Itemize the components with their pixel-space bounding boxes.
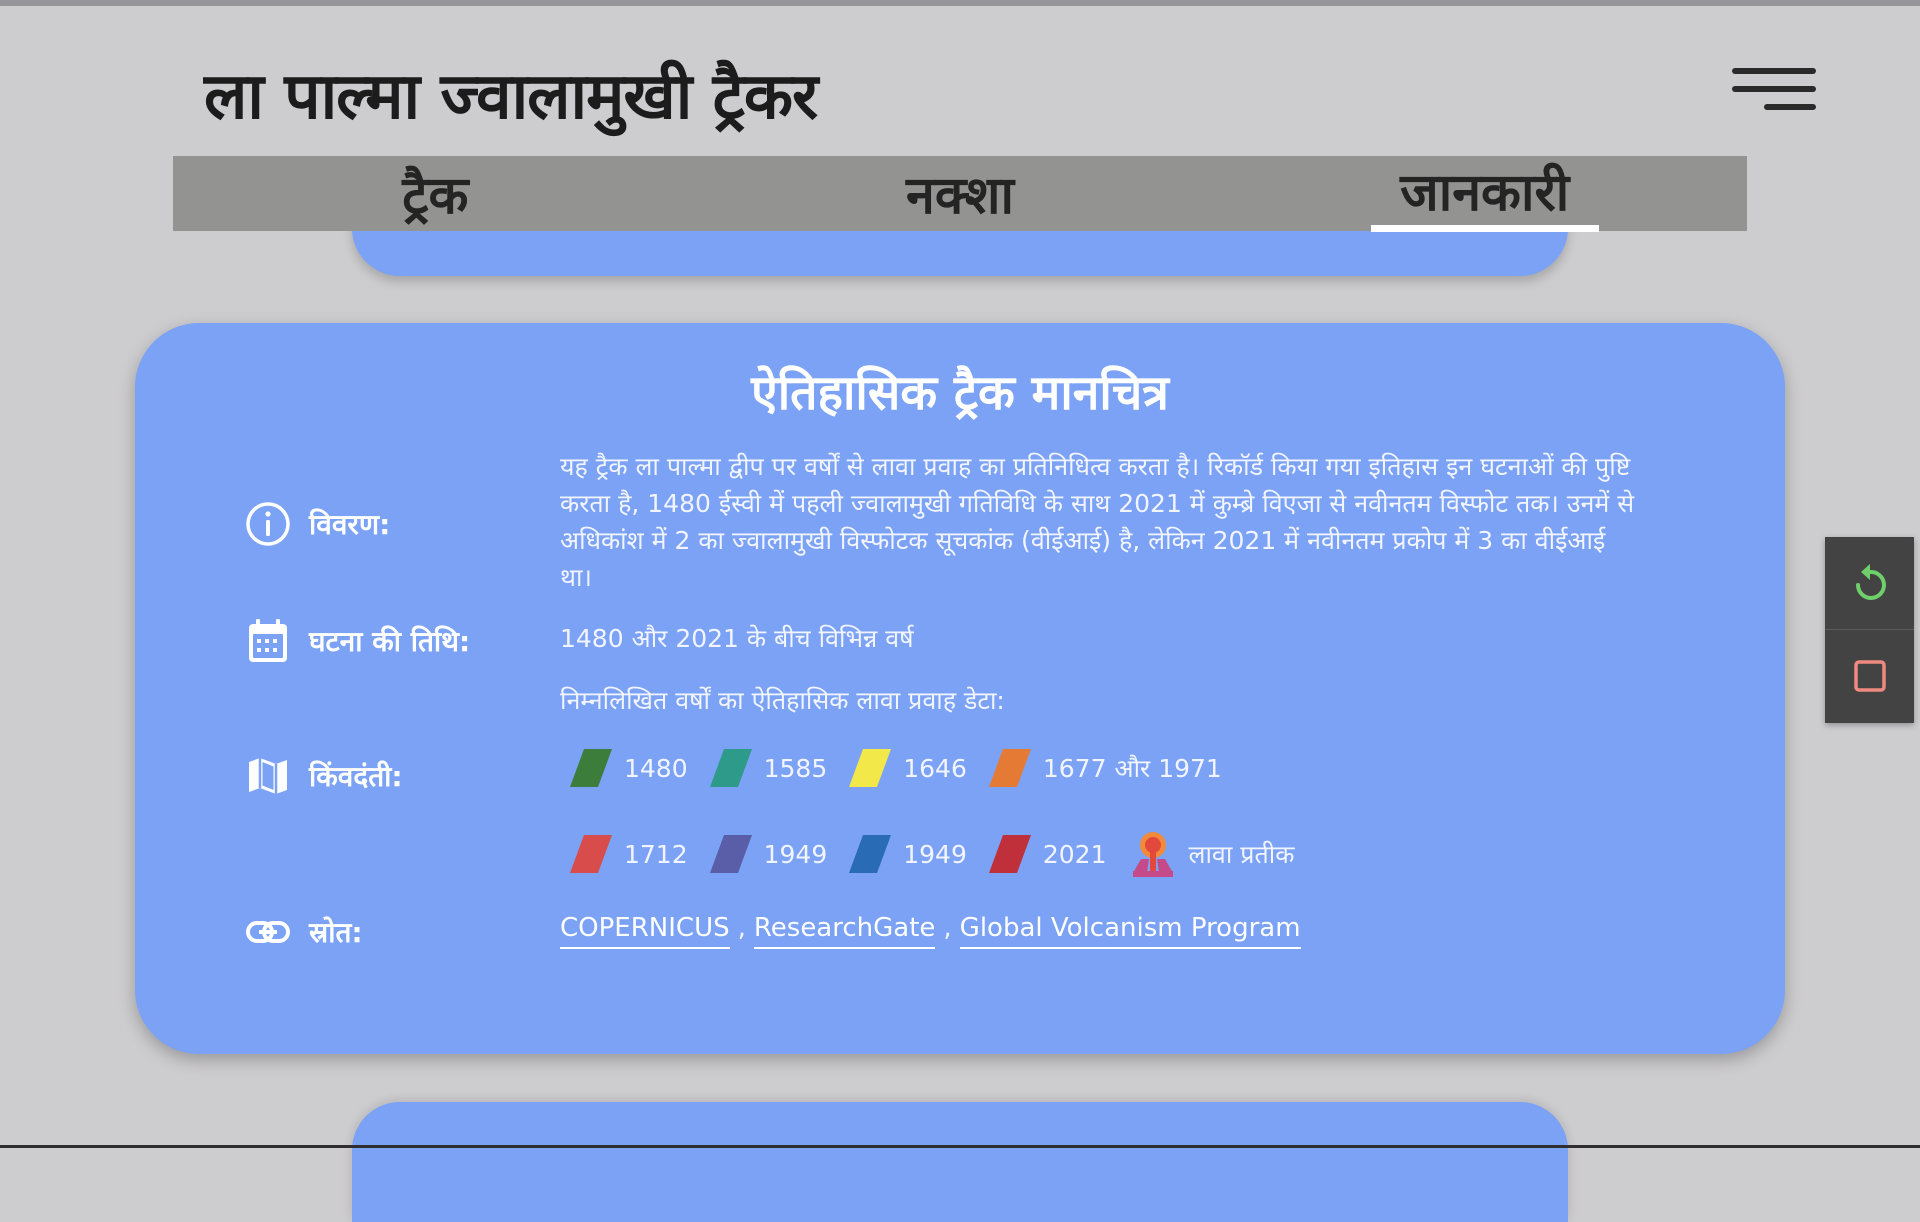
floating-control-panel (1825, 537, 1914, 723)
sources-label-row: स्रोत: (245, 913, 363, 951)
source-link-copernicus[interactable]: COPERNICUS (560, 913, 730, 949)
source-separator: , (737, 913, 746, 943)
swatch-shape (709, 749, 752, 787)
app-title: ला पाल्मा ज्वालामुखी ट्रैकर (204, 60, 818, 134)
tab-info-label: जानकारी (1400, 155, 1569, 232)
legend-swatch (988, 831, 1031, 877)
swatch-shape (709, 835, 752, 873)
tab-map[interactable]: नक्शा (698, 156, 1223, 231)
swatch-shape (988, 835, 1031, 873)
swatch-shape (570, 835, 612, 873)
description-label-row: विवरण: (245, 501, 390, 547)
legend-label: किंवदंती: (309, 760, 403, 793)
tab-bar: ट्रैक नक्शा जानकारी (173, 156, 1747, 231)
link-icon (246, 921, 290, 943)
tab-map-label: नक्शा (906, 166, 1015, 226)
legend-year: 1646 (903, 753, 967, 783)
legend-year: 1712 (624, 839, 688, 869)
legend-year: 1949 (903, 839, 967, 869)
info-icon (246, 502, 290, 546)
lava-symbol-icon (1132, 832, 1173, 877)
legend-item: 1949 (849, 831, 967, 877)
source-link-global-volcanism-program[interactable]: Global Volcanism Program (959, 913, 1301, 949)
swatch-shape (849, 749, 892, 787)
legend-swatch (988, 745, 1031, 791)
legend-swatch (709, 745, 752, 791)
stop-button[interactable] (1825, 630, 1914, 722)
legend-item: 1585 (709, 745, 828, 791)
tab-track[interactable]: ट्रैक (173, 156, 698, 231)
sources-links: COPERNICUS , ResearchGate , Global Volca… (560, 913, 1301, 949)
next-card (352, 1102, 1568, 1222)
legend-year: 1480 (624, 753, 688, 783)
legend-swatch (849, 831, 892, 877)
description-label: विवरण: (309, 508, 391, 541)
legend-intro: निम्नलिखित वर्षों का ऐतिहासिक लावा प्रवा… (560, 686, 1005, 715)
legend-item: 1646 (849, 745, 967, 791)
legend-item: 2021 (988, 831, 1107, 877)
card-title: ऐतिहासिक ट्रैक मानचित्र (751, 365, 1169, 421)
date-label: घटना की तिथि: (309, 625, 471, 658)
swatch-shape (570, 749, 612, 787)
swatch-shape (988, 749, 1031, 787)
lava-symbol-label: लावा प्रतीक (1188, 840, 1295, 869)
legend-row-1: 1480 1585 1646 1677 और 1971 (570, 745, 1244, 791)
tab-info[interactable]: जानकारी (1222, 156, 1747, 231)
legend-swatch (709, 831, 752, 877)
legend-item: 1480 (570, 745, 688, 791)
legend-item: 1712 (570, 831, 688, 877)
description-text: यह ट्रैक ला पाल्मा द्वीप पर वर्षों से ला… (560, 452, 1635, 592)
hamburger-menu-icon[interactable] (1732, 68, 1816, 116)
source-separator: , (943, 913, 952, 943)
legend-label-row: किंवदंती: (245, 753, 403, 799)
swatch-shape (849, 835, 892, 873)
square-icon (1853, 660, 1886, 692)
tab-track-label: ट्रैक (402, 166, 469, 226)
legend-swatch (849, 745, 892, 791)
refresh-icon (1855, 564, 1886, 600)
legend-swatch (570, 831, 612, 877)
legend-item: 1677 और 1971 (988, 745, 1222, 791)
legend-year: 1585 (763, 753, 828, 783)
reset-button[interactable] (1825, 537, 1914, 630)
legend-year: 1677 और 1971 (1042, 754, 1222, 783)
legend-item: 1949 (709, 831, 828, 877)
top-divider (0, 0, 1920, 6)
calendar-icon (249, 619, 287, 662)
date-label-row: घटना की तिथि: (245, 617, 470, 665)
legend-year: 1949 (763, 839, 828, 869)
legend-swatch (570, 745, 612, 791)
historic-track-card: ऐतिहासिक ट्रैक मानचित्र विवरण: यह ट्रैक … (135, 323, 1785, 1054)
legend-item-lava-symbol: लावा प्रतीक (1129, 829, 1295, 879)
legend-row-2: 1712 1949 1949 2021 लावा प्रतीक (570, 829, 1316, 879)
sources-label: स्रोत: (309, 916, 363, 949)
map-icon (249, 758, 287, 794)
legend-year: 2021 (1042, 839, 1107, 869)
source-link-researchgate[interactable]: ResearchGate (753, 913, 936, 949)
date-value: 1480 और 2021 के बीच विभिन्न वर्ष (560, 624, 914, 653)
